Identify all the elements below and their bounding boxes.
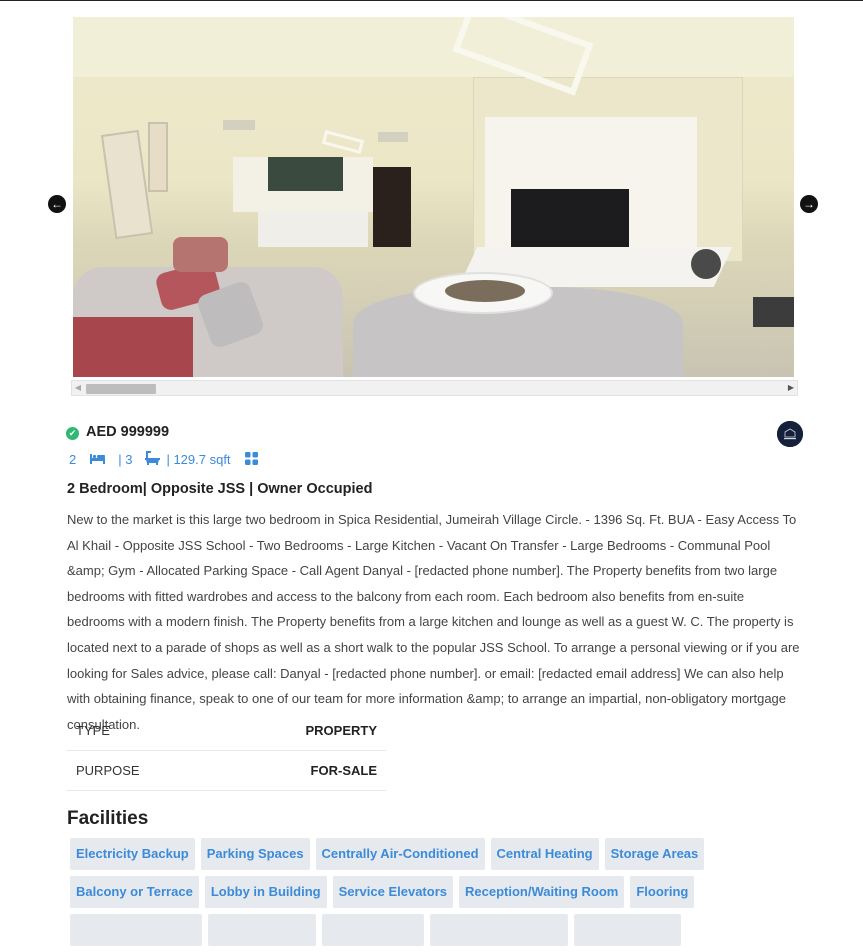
details-value: FOR-SALE <box>310 763 377 778</box>
details-key: PURPOSE <box>76 763 140 778</box>
grid-icon <box>244 451 258 468</box>
facility-tag[interactable]: Parking Spaces <box>200 838 310 870</box>
facility-tag[interactable] <box>322 914 424 946</box>
scroll-right-icon[interactable]: ▶ <box>785 381 797 395</box>
property-photo <box>73 17 794 377</box>
facility-tag[interactable]: Electricity Backup <box>70 838 195 870</box>
listing-description: New to the market is this large two bedr… <box>67 512 800 732</box>
top-border <box>0 0 863 1</box>
facility-tag[interactable]: Balcony or Terrace <box>70 876 199 908</box>
facility-tag[interactable]: Storage Areas <box>604 838 705 870</box>
facility-tag[interactable]: Service Elevators <box>332 876 453 908</box>
details-row: PURPOSE FOR-SALE <box>66 751 386 791</box>
facility-tag[interactable]: Central Heating <box>490 838 599 870</box>
arrow-left-icon: ← <box>51 197 63 211</box>
facility-tag[interactable]: Centrally Air-Conditioned <box>315 838 485 870</box>
bed-icon <box>90 452 106 467</box>
facility-tag[interactable] <box>430 914 568 946</box>
bathroom-count: | 3 <box>118 452 133 467</box>
carousel-prev-button[interactable]: ← <box>48 195 66 213</box>
agency-logo[interactable] <box>777 421 803 447</box>
details-table: TYPE PROPERTY PURPOSE FOR-SALE <box>66 711 386 791</box>
listing-price: AED 999999 <box>86 424 170 440</box>
details-key: TYPE <box>76 723 110 738</box>
scrollbar-thumb[interactable] <box>86 384 156 394</box>
carousel-next-button[interactable]: → <box>800 195 818 213</box>
listing-title: 2 Bedroom| Opposite JSS | Owner Occupied <box>67 481 373 497</box>
bedroom-count: 2 <box>69 452 77 467</box>
agency-logo-icon <box>777 421 803 447</box>
facilities-row: Balcony or Terrace Lobby in Building Ser… <box>70 876 850 908</box>
details-value: PROPERTY <box>305 723 377 738</box>
facility-tag[interactable] <box>70 914 202 946</box>
scroll-left-icon[interactable]: ◀ <box>72 381 84 395</box>
facilities-list: Electricity Backup Parking Spaces Centra… <box>70 838 850 952</box>
facility-tag[interactable]: Lobby in Building <box>204 876 327 908</box>
facilities-row-partial <box>70 914 850 946</box>
details-row: TYPE PROPERTY <box>66 711 386 751</box>
area-size: | 129.7 sqft <box>166 452 231 467</box>
verified-check-icon: ✔ <box>66 426 79 440</box>
facility-tag[interactable]: Flooring <box>630 876 695 908</box>
facility-tag[interactable] <box>574 914 681 946</box>
facility-tag[interactable]: Reception/Waiting Room <box>458 876 625 908</box>
property-stats: 2 | 3 | 129.7 sqft <box>69 451 258 468</box>
price-row: ✔ AED 999999 <box>66 424 169 440</box>
facilities-heading: Facilities <box>67 808 149 829</box>
facilities-row: Electricity Backup Parking Spaces Centra… <box>70 838 850 870</box>
arrow-right-icon: → <box>803 197 815 211</box>
bath-icon <box>145 451 161 468</box>
facility-tag[interactable] <box>208 914 316 946</box>
image-carousel: ← → ◀ ▶ <box>47 15 823 397</box>
carousel-scrollbar[interactable]: ◀ ▶ <box>71 380 798 396</box>
